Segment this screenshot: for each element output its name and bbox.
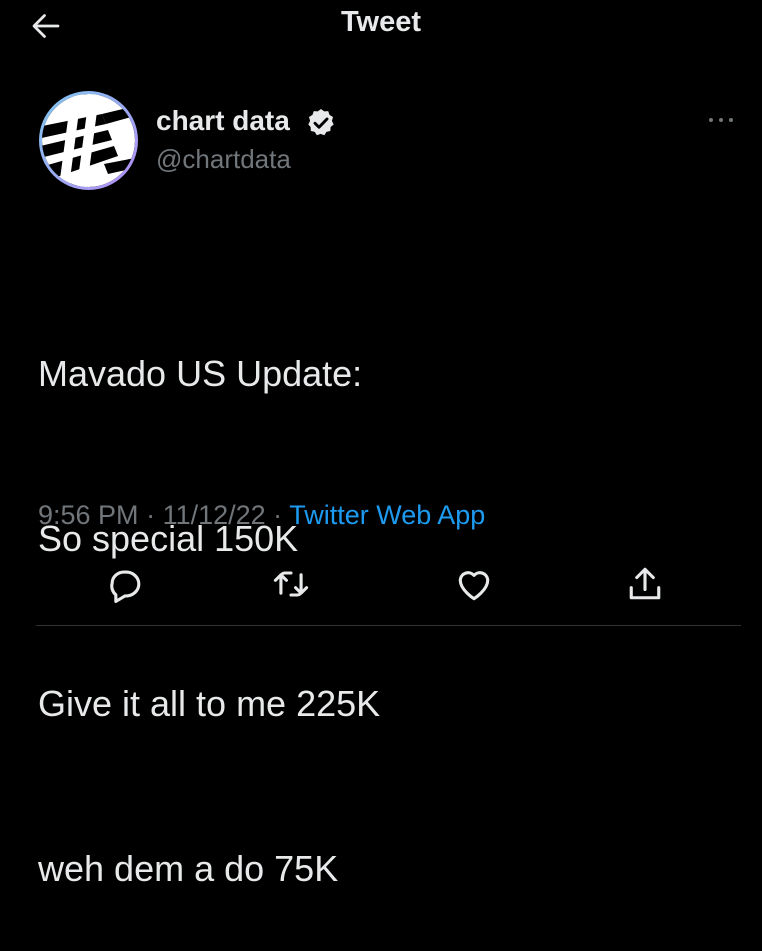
meta-separator: · <box>265 500 290 530</box>
tweet-meta: 9:56 PM · 11/12/22 · Twitter Web App <box>38 500 485 531</box>
tweet-time[interactable]: 9:56 PM <box>38 500 139 530</box>
tweet-line: Mavado US Update: <box>38 353 363 394</box>
tweet-line: Give it all to me 225K <box>38 683 381 724</box>
share-icon <box>629 567 661 600</box>
page-title: Tweet <box>340 6 422 38</box>
reply-button[interactable] <box>103 562 147 606</box>
verified-badge-icon <box>305 107 337 139</box>
heart-icon <box>458 571 490 601</box>
tweet-date[interactable]: 11/12/22 <box>163 500 266 530</box>
retweet-icon <box>273 571 309 597</box>
action-bar <box>0 556 762 612</box>
meta-separator: · <box>138 500 163 530</box>
more-options-button[interactable] <box>704 108 738 132</box>
author-handle[interactable]: @chartdata <box>156 144 291 175</box>
divider <box>36 625 741 626</box>
tweet-source-link[interactable]: Twitter Web App <box>289 500 485 530</box>
retweet-button[interactable] <box>269 562 313 606</box>
top-bar: Tweet <box>0 0 762 52</box>
tweet-line: weh dem a do 75K <box>38 848 339 889</box>
reply-icon <box>110 570 141 603</box>
like-button[interactable] <box>452 562 496 606</box>
share-button[interactable] <box>623 562 667 606</box>
author-name[interactable]: chart data <box>156 105 290 137</box>
avatar[interactable] <box>39 91 138 190</box>
chart-data-logo-icon <box>42 94 135 187</box>
more-dots-icon <box>709 118 733 122</box>
